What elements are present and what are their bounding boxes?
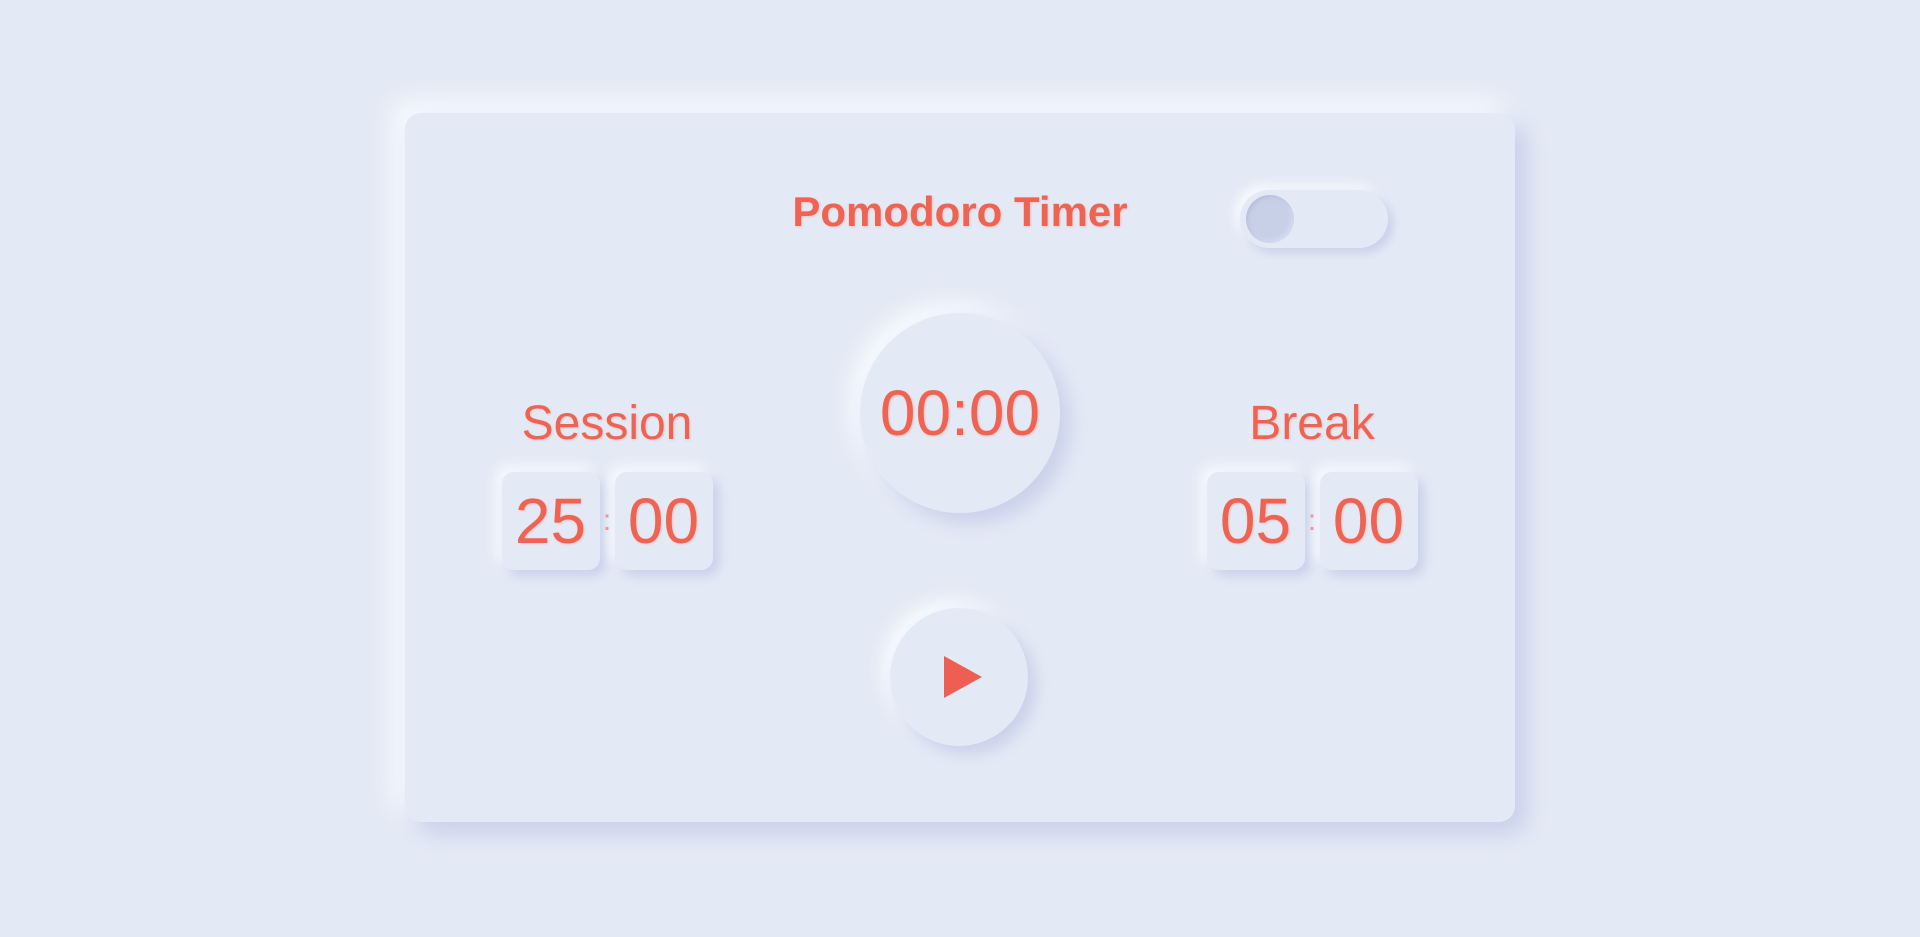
session-label: Session xyxy=(521,397,693,450)
break-label: Break xyxy=(1249,397,1375,450)
break-separator: : xyxy=(1307,504,1317,537)
session-time: 25 : 00 xyxy=(497,472,717,570)
timer-text: 00:00 xyxy=(879,377,1041,449)
toggle-knob xyxy=(1246,195,1294,243)
pomodoro-card: Pomodoro Timer 00:00 Session 25 : 00 Bre… xyxy=(405,113,1515,822)
session-separator: : xyxy=(602,504,612,537)
break-group: Break 05 : 00 xyxy=(1202,398,1422,570)
session-group: Session 25 : 00 xyxy=(497,398,717,570)
break-minutes[interactable]: 05 xyxy=(1206,472,1305,570)
break-seconds[interactable]: 00 xyxy=(1319,472,1418,570)
theme-toggle[interactable] xyxy=(1240,190,1388,248)
session-seconds[interactable]: 00 xyxy=(614,472,713,570)
timer-display: 00:00 xyxy=(860,313,1060,513)
session-minutes[interactable]: 25 xyxy=(501,472,600,570)
play-button[interactable] xyxy=(890,608,1028,746)
break-time: 05 : 00 xyxy=(1202,472,1422,570)
play-icon xyxy=(944,656,982,698)
